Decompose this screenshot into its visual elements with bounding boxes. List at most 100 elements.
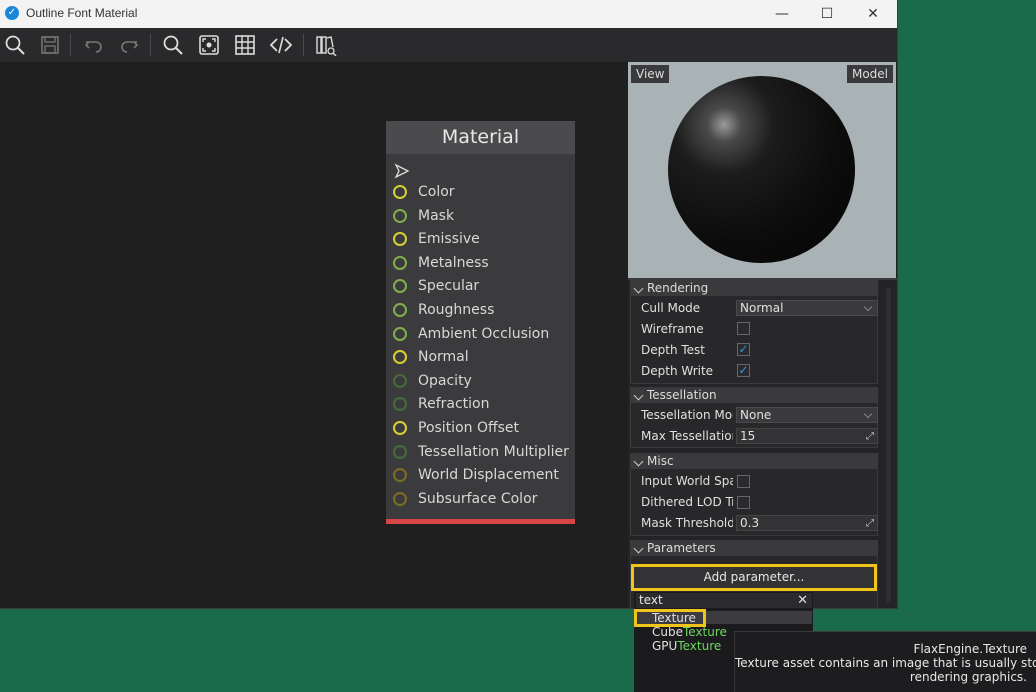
chevron-down-icon <box>863 302 873 312</box>
material-preview[interactable]: View Model <box>628 62 896 278</box>
maximize-button[interactable]: ☐ <box>804 0 850 28</box>
material-editor-window: ✓ Outline Font Material — ☐ ✕ Material C… <box>0 0 898 609</box>
item-match: Texture <box>677 639 722 653</box>
section-title: Tessellation <box>647 388 717 402</box>
minimize-button[interactable]: — <box>759 0 805 28</box>
dithered-lod-label: Dithered LOD Tra <box>641 495 733 509</box>
resize-icon[interactable]: ⤢ <box>866 430 874 444</box>
section-title: Rendering <box>647 281 709 295</box>
pin-circle-icon[interactable] <box>393 185 407 199</box>
clear-icon[interactable]: ✕ <box>797 593 808 608</box>
wireframe-label: Wireframe <box>641 322 704 336</box>
toolbar-separator <box>70 34 71 56</box>
chevron-down-icon <box>633 390 644 401</box>
pin-circle-icon[interactable] <box>393 468 407 483</box>
pin-circle-icon[interactable] <box>393 232 407 247</box>
graph-canvas[interactable]: Material Color Mask Emissive Metalness Specu… <box>0 62 625 608</box>
highlight-box <box>634 609 706 627</box>
tooltip-description-line1: Texture asset contains an image that is … <box>735 656 1036 670</box>
preview-sphere <box>668 76 855 263</box>
input-pin-row[interactable]: Metalness <box>393 253 573 275</box>
search-icon[interactable] <box>2 33 28 57</box>
input-pin-row[interactable]: Ambient Occlusion <box>393 324 573 346</box>
pin-circle-icon[interactable] <box>393 350 407 365</box>
pin-circle-icon[interactable] <box>393 421 407 435</box>
pin-circle-icon[interactable] <box>393 279 407 294</box>
docs-icon[interactable] <box>313 33 339 57</box>
tooltip-description-line2: rendering graphics. <box>909 670 1027 684</box>
model-button[interactable]: Model <box>846 65 893 83</box>
tessellation-mode-label: Tessellation Mod <box>641 408 733 422</box>
pin-circle-icon[interactable] <box>393 444 407 459</box>
type-tooltip: FlaxEngine.Texture Texture asset contain… <box>734 631 1036 692</box>
max-tessellation-label: Max Tessellation <box>641 429 733 443</box>
input-pin-row[interactable]: Refraction <box>393 394 573 416</box>
pin-label: Specular <box>418 278 480 295</box>
pin-circle-icon[interactable] <box>393 303 407 317</box>
dithered-lod-checkbox[interactable] <box>737 496 750 509</box>
misc-section-header[interactable]: Misc <box>630 453 878 469</box>
tessellation-section-header[interactable]: Tessellation <box>630 387 878 403</box>
pin-circle-icon[interactable] <box>393 491 407 506</box>
search-input[interactable]: text ✕ <box>636 593 812 608</box>
properties-scrollbar[interactable] <box>886 288 891 603</box>
pin-circle-icon[interactable] <box>393 208 407 223</box>
pin-circle-icon[interactable] <box>393 255 407 270</box>
pin-label: Tessellation Multiplier <box>418 443 569 460</box>
close-button[interactable]: ✕ <box>850 0 896 28</box>
pin-circle-icon[interactable] <box>393 373 407 388</box>
code-icon[interactable] <box>268 33 294 57</box>
depth-test-checkbox[interactable]: ✓ <box>737 343 750 356</box>
cull-mode-dropdown[interactable]: Normal <box>736 300 878 316</box>
pin-label: Opacity <box>418 372 472 389</box>
popup-item[interactable]: GPUTexture <box>652 639 721 653</box>
popup-item[interactable]: CubeTexture <box>652 625 727 639</box>
toolbar-separator <box>303 34 304 56</box>
pin-circle-icon[interactable] <box>393 326 407 341</box>
max-tessellation-value: 15 <box>740 429 756 443</box>
input-pin-row[interactable]: Normal <box>393 347 573 369</box>
undo-icon[interactable] <box>81 33 107 57</box>
rendering-section-header[interactable]: Rendering <box>630 280 878 296</box>
input-pin-row[interactable]: Roughness <box>393 300 573 322</box>
tooltip-title: FlaxEngine.Texture <box>913 642 1027 656</box>
input-pin-row[interactable]: Subsurface Color <box>393 489 573 511</box>
view-button[interactable]: View <box>631 65 670 83</box>
add-parameter-button[interactable]: Add parameter... <box>631 564 877 591</box>
input-pin-row[interactable]: Mask <box>393 206 573 228</box>
parameters-section-header[interactable]: Parameters <box>630 540 878 556</box>
pin-label: Mask <box>418 207 455 224</box>
input-pin-row[interactable]: Specular <box>393 276 573 298</box>
exec-pin-icon[interactable] <box>394 163 410 179</box>
pin-label: Ambient Occlusion <box>418 325 550 342</box>
tessellation-mode-dropdown[interactable]: None <box>736 407 878 423</box>
redo-icon[interactable] <box>116 33 142 57</box>
input-pin-row[interactable]: Color <box>393 182 573 204</box>
depth-write-checkbox[interactable]: ✓ <box>737 364 750 377</box>
save-icon[interactable] <box>37 33 63 57</box>
toolbar-separator <box>150 34 151 56</box>
input-pin-row[interactable]: World Displacement <box>393 465 573 487</box>
input-pin-row[interactable]: Opacity <box>393 371 573 393</box>
section-title: Parameters <box>647 541 716 555</box>
rendering-section: Cull Mode Normal Wireframe Depth Test ✓ … <box>630 296 878 384</box>
resize-icon[interactable]: ⤢ <box>866 517 874 531</box>
max-tessellation-input[interactable]: 15 ⤢ <box>736 428 878 444</box>
grid-icon[interactable] <box>232 33 258 57</box>
fit-view-icon[interactable] <box>196 33 222 57</box>
material-node[interactable]: Material Color Mask Emissive Metalness Specu… <box>386 121 575 524</box>
window-title: Outline Font Material <box>26 6 138 20</box>
pin-circle-icon[interactable] <box>393 397 407 412</box>
input-pin-row[interactable]: Position Offset <box>393 418 573 440</box>
item-match: Texture <box>682 625 727 639</box>
mask-threshold-input[interactable]: 0.3 ⤢ <box>736 515 878 531</box>
input-pin-row[interactable]: Emissive <box>393 229 573 251</box>
pin-label: Subsurface Color <box>418 490 538 507</box>
find-icon[interactable] <box>160 33 186 57</box>
depth-write-label: Depth Write <box>641 364 714 378</box>
input-world-space-checkbox[interactable] <box>737 475 750 488</box>
tessellation-section: Tessellation Mod None Max Tessellation 1… <box>630 403 878 448</box>
wireframe-checkbox[interactable] <box>737 322 750 335</box>
pin-label: Normal <box>418 349 469 366</box>
input-pin-row[interactable]: Tessellation Multiplier <box>393 442 573 464</box>
